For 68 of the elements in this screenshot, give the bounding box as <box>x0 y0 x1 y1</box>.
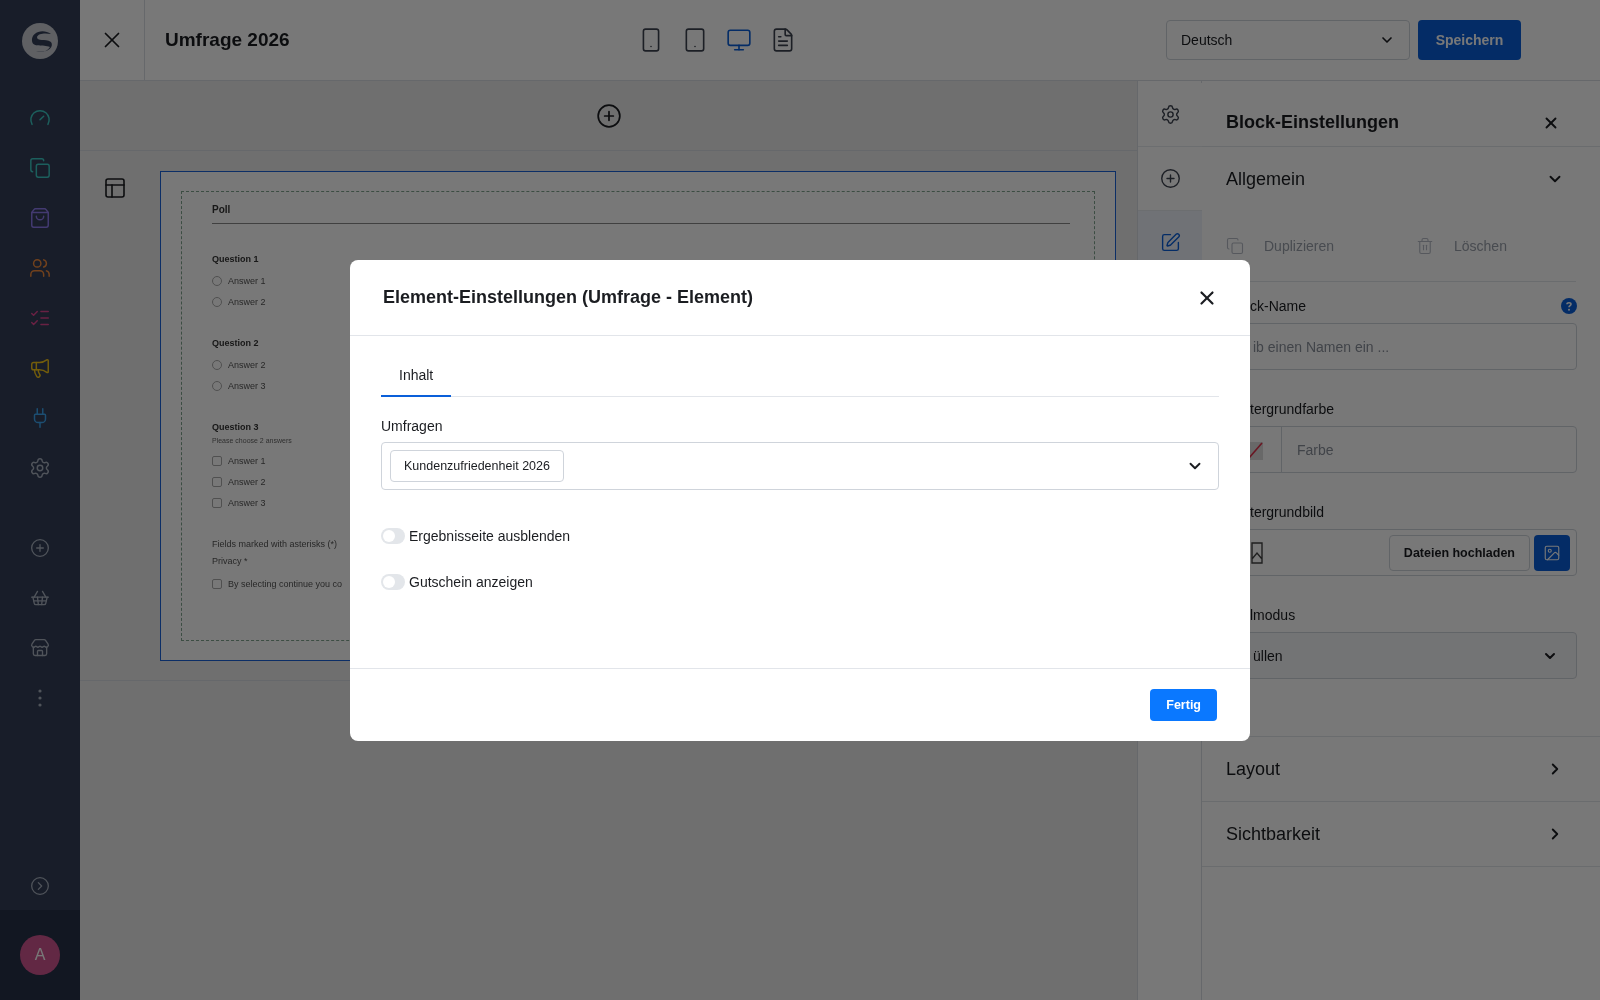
image-placeholder-icon <box>1251 541 1263 564</box>
toggle-switch[interactable] <box>381 574 405 590</box>
add-block-button[interactable] <box>595 102 622 129</box>
users-icon <box>29 257 51 279</box>
settings-icon <box>29 457 51 479</box>
copy-icon <box>1226 237 1244 255</box>
add-icon <box>1159 168 1181 189</box>
media-button[interactable] <box>1534 534 1570 571</box>
trash-icon <box>1416 237 1434 255</box>
more-icon <box>38 689 42 707</box>
toggle-label: Gutschein anzeigen <box>409 574 533 590</box>
privacy-label: Privacy * <box>212 556 248 566</box>
help-icon[interactable] <box>1561 298 1577 314</box>
layout-button[interactable] <box>103 175 127 201</box>
dialog-title: Element-Einstellungen (Umfrage - Element) <box>383 287 754 308</box>
monitor-icon <box>726 27 752 53</box>
poll-title: Poll <box>212 204 1070 224</box>
add-icon <box>30 538 50 558</box>
radio-button[interactable] <box>212 380 222 391</box>
answer-label: Answer 2 <box>228 296 266 307</box>
selected-poll-tag: Kundenzufriedenheit 2026 <box>390 450 564 482</box>
basket-icon <box>30 588 50 608</box>
answer-label: Answer 3 <box>228 380 266 391</box>
checkbox[interactable] <box>212 497 222 508</box>
panel-title: Block-Einstellungen <box>1226 112 1400 133</box>
store-icon <box>30 638 50 658</box>
megaphone-icon <box>29 357 51 379</box>
poll-select[interactable]: Kundenzufriedenheit 2026 <box>381 442 1219 490</box>
privacy-text: By selecting continue you co <box>228 578 343 589</box>
save-button[interactable]: Speichern <box>1418 20 1521 60</box>
page-title: Umfrage 2026 <box>165 29 291 51</box>
question-title: Question 2 <box>212 338 259 348</box>
question-title: Question 3 <box>212 422 259 432</box>
done-button[interactable]: Fertig <box>1150 689 1217 721</box>
layout-icon <box>103 176 127 200</box>
answer-label: Answer 1 <box>228 275 266 286</box>
field-label: Umfragen <box>381 418 444 434</box>
image-icon <box>1543 543 1561 562</box>
edit-icon <box>1159 232 1181 253</box>
language-select[interactable]: Deutsch <box>1166 20 1410 60</box>
copy-icon <box>29 157 51 179</box>
bag-icon <box>29 207 51 229</box>
answer-label: Answer 2 <box>228 476 266 487</box>
user-avatar[interactable]: A <box>20 935 60 975</box>
radio-button[interactable] <box>212 275 222 286</box>
settings-icon <box>1159 104 1181 125</box>
required-note: Fields marked with asterisks (*) <box>212 539 338 549</box>
field-label: tergrundfarbe <box>1250 401 1335 417</box>
field-label: ck-Name <box>1250 298 1306 314</box>
checkbox[interactable] <box>212 578 222 589</box>
add-icon <box>595 102 622 129</box>
field-label: lmodus <box>1250 607 1296 623</box>
upload-button[interactable]: Dateien hochladen <box>1388 534 1530 571</box>
expand-button[interactable] <box>30 876 50 896</box>
tab[interactable]: Inhalt <box>381 356 452 397</box>
logo-icon[interactable] <box>21 22 59 60</box>
question-title: Question 1 <box>212 254 259 264</box>
toggle-switch[interactable] <box>381 528 405 544</box>
answer-label: Answer 1 <box>228 455 266 466</box>
checkbox[interactable] <box>212 455 222 466</box>
radio-button[interactable] <box>212 359 222 370</box>
answer-label: Answer 3 <box>228 497 266 508</box>
toggle-label: Ergebnisseite ausblenden <box>409 528 571 544</box>
answer-label: Answer 2 <box>228 359 266 370</box>
field-label: tergrundbild <box>1250 504 1324 520</box>
radio-button[interactable] <box>212 296 222 307</box>
checkbox[interactable] <box>212 476 222 487</box>
chevron-circle-icon <box>30 876 50 896</box>
